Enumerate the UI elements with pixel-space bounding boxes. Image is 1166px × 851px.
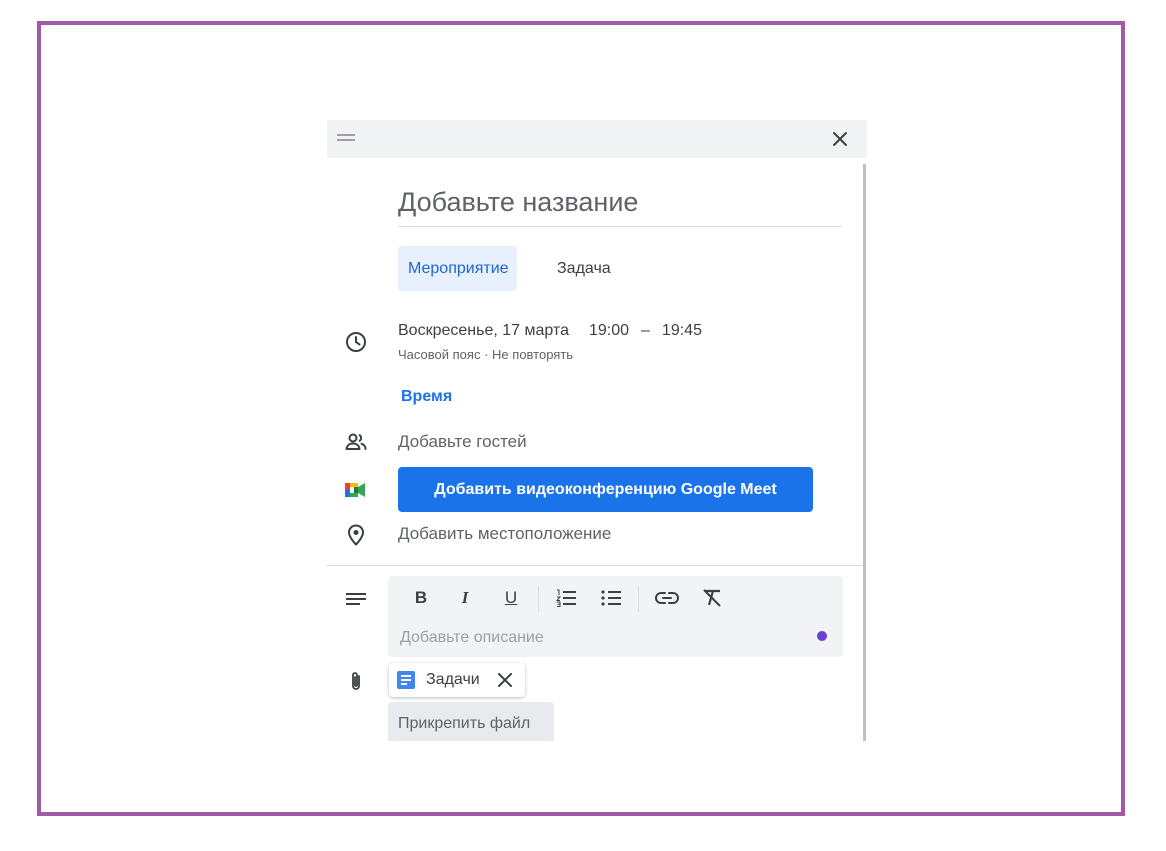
scrollbar-thumb[interactable] [863, 164, 866, 741]
timezone-link[interactable]: Часовой пояс [398, 347, 480, 362]
italic-icon: I [461, 588, 469, 607]
location-pin-icon [348, 524, 364, 546]
bulleted-list-button[interactable] [597, 584, 625, 612]
paperclip-icon [352, 672, 360, 690]
bold-icon: B [414, 588, 428, 607]
date-time-line: Воскресенье, 17 марта 19:00–19:45 [398, 322, 702, 340]
bold-button[interactable]: B [407, 584, 435, 612]
attach-file-button[interactable]: Прикрепить файл [388, 702, 554, 741]
attachment-name: Задачи [426, 671, 480, 688]
dialog-titlebar[interactable] [327, 120, 867, 158]
status-dot [817, 631, 827, 641]
toolbar-separator [638, 586, 639, 612]
start-time[interactable]: 19:00 [589, 322, 629, 339]
clock-icon [346, 332, 366, 352]
google-meet-icon [345, 483, 365, 497]
close-button[interactable] [825, 124, 855, 154]
tab-event[interactable]: Мероприятие [398, 246, 517, 291]
people-icon [345, 433, 367, 450]
close-icon [498, 673, 512, 687]
add-google-meet-button[interactable]: Добавить видеоконференцию Google Meet [398, 467, 813, 512]
numbered-list-icon [555, 589, 576, 607]
clear-formatting-button[interactable] [698, 584, 726, 612]
add-guests[interactable]: Добавьте гостей [398, 432, 527, 452]
remove-attachment-button[interactable] [495, 670, 515, 690]
close-icon [833, 132, 847, 146]
separator-dot: · [484, 347, 489, 362]
attachment-chip[interactable]: Задачи [389, 663, 525, 697]
time-dash: – [641, 322, 650, 339]
numbered-list-button[interactable] [552, 584, 580, 612]
end-time[interactable]: 19:45 [662, 322, 702, 339]
add-location[interactable]: Добавить местоположение [398, 524, 611, 544]
event-date[interactable]: Воскресенье, 17 марта [398, 322, 569, 339]
drag-handle-icon[interactable] [337, 134, 355, 142]
meet-button-label: Добавить видеоконференцию Google Meet [434, 480, 777, 498]
find-time-link[interactable]: Время [401, 388, 452, 406]
toolbar-separator [538, 586, 539, 612]
event-title-input[interactable] [398, 182, 842, 227]
link-button[interactable] [653, 584, 681, 612]
underline-button[interactable]: U [497, 584, 525, 612]
attach-file-label: Прикрепить файл [398, 715, 531, 732]
underline-icon: U [504, 588, 518, 607]
section-divider [327, 565, 863, 566]
repeat-select[interactable]: Не повторять [492, 347, 573, 362]
bulleted-list-icon [601, 590, 621, 606]
italic-button[interactable]: I [451, 584, 479, 612]
description-editor: B I U [388, 576, 843, 657]
timezone-repeat-line: Часовой пояс · Не повторять [398, 347, 573, 362]
link-icon [655, 592, 679, 604]
clear-formatting-icon [703, 589, 721, 607]
tab-task[interactable]: Задача [547, 246, 621, 291]
google-docs-icon [397, 671, 415, 689]
description-icon [346, 593, 366, 605]
event-dialog: Мероприятие Задача Воскресенье, 17 марта… [327, 120, 867, 741]
description-input[interactable] [398, 626, 802, 650]
